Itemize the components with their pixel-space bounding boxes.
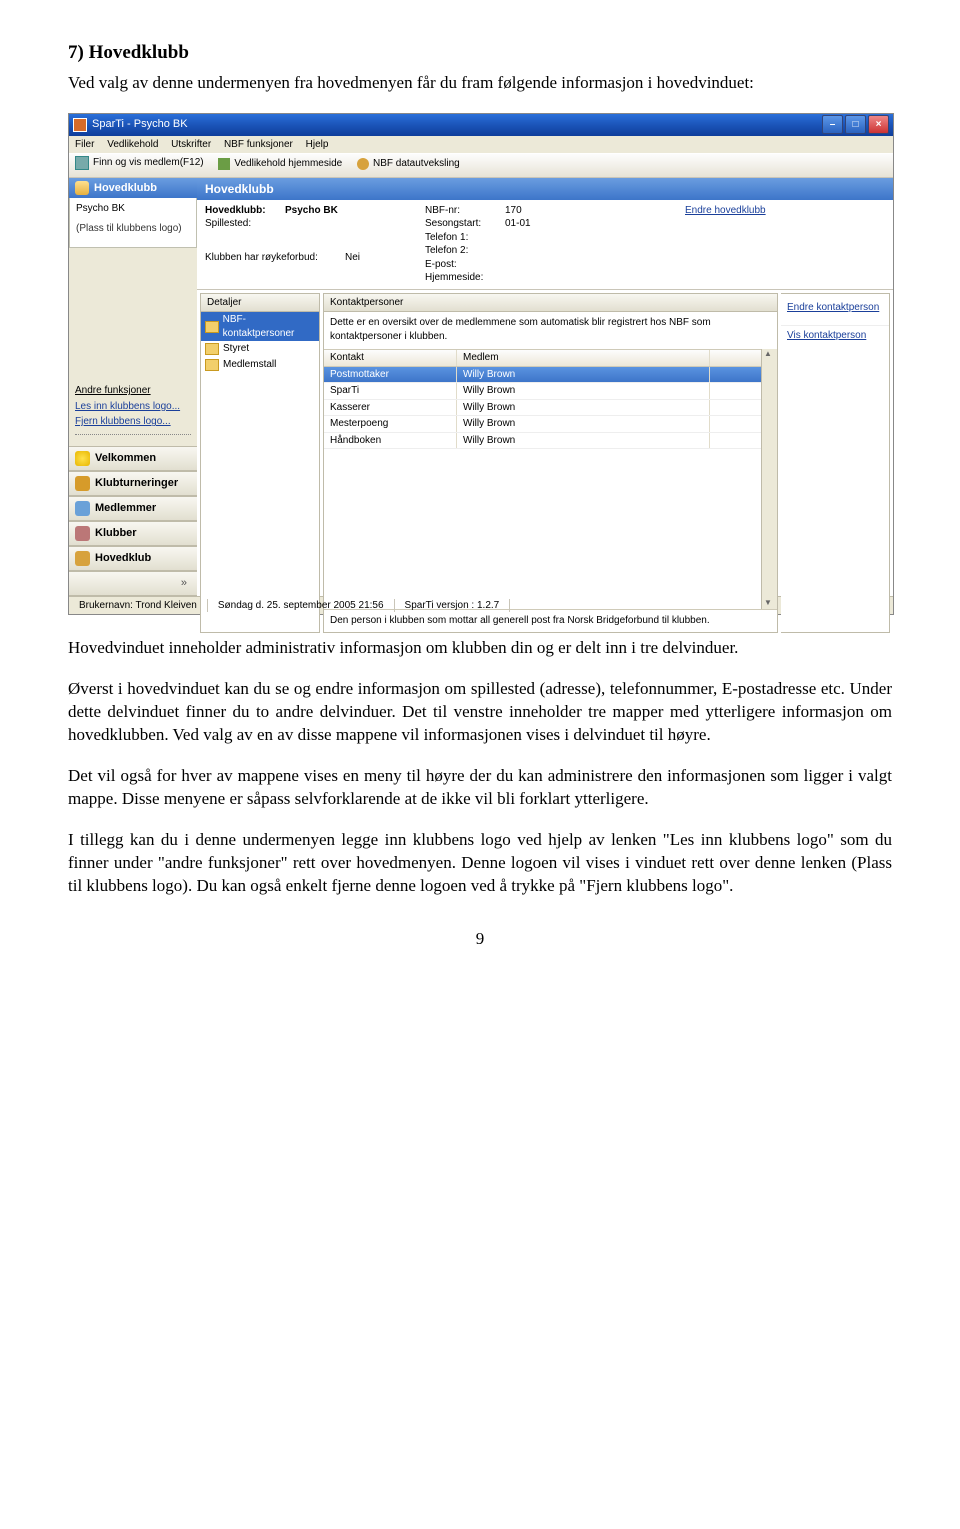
link-read-logo[interactable]: Les inn klubbens logo... (75, 400, 191, 414)
toolbar-nbf-exchange[interactable]: NBF datautveksling (357, 157, 460, 171)
table-row[interactable]: Håndboken Willy Brown (324, 433, 761, 450)
house-icon (75, 551, 90, 566)
sidebar-header: Hovedklubb (69, 178, 197, 199)
find-icon (75, 156, 89, 170)
toolbar: Finn og vis medlem(F12) Vedlikehold hjem… (69, 153, 893, 178)
toolbar-maintain-homepage[interactable]: Vedlikehold hjemmeside (218, 157, 342, 171)
link-edit-mainclub[interactable]: Endre hovedklubb (685, 205, 766, 216)
details-panel: Detaljer NBF-kontaktpersoner Styret Medl… (200, 293, 320, 633)
table-row[interactable]: Postmottaker Willy Brown (324, 367, 761, 384)
contact-note: Den person i klubben som mottar all gene… (324, 609, 777, 632)
window-title: SparTi - Psycho BK (92, 117, 188, 132)
clubs-icon (75, 526, 90, 541)
details-header: Detaljer (201, 294, 319, 313)
trophy-icon (75, 476, 90, 491)
table-row[interactable]: Mesterpoeng Willy Brown (324, 416, 761, 433)
folder-board[interactable]: Styret (201, 341, 319, 357)
status-version: 1.2.7 (477, 600, 499, 611)
folder-icon (205, 321, 219, 333)
page-number: 9 (68, 928, 892, 951)
smile-icon (75, 451, 90, 466)
body-paragraph-3: Det vil også for hver av mappene vises e… (68, 765, 892, 811)
folder-icon (205, 343, 219, 355)
body-paragraph-2: Øverst i hovedvinduet kan du se og endre… (68, 678, 892, 747)
menu-vedlikehold[interactable]: Vedlikehold (107, 139, 158, 150)
intro-paragraph: Ved valg av denne undermenyen fra hovedm… (68, 72, 892, 95)
nav-clubs[interactable]: Klubber (69, 521, 197, 546)
homepage-icon (218, 158, 230, 170)
link-show-contact[interactable]: Vis kontaktperson (781, 326, 889, 346)
menu-hjelp[interactable]: Hjelp (306, 139, 329, 150)
sidebar-club-name: Psycho BK (76, 202, 190, 216)
folder-member-count[interactable]: Medlemstall (201, 357, 319, 373)
menubar: Filer Vedlikehold Utskrifter NBF funksjo… (69, 136, 893, 154)
exchange-icon (357, 158, 369, 170)
nav-welcome[interactable]: Velkommen (69, 446, 197, 471)
status-date: Søndag d. 25. september 2005 21:56 (208, 599, 395, 613)
table-scrollbar[interactable] (761, 349, 777, 609)
app-screenshot: SparTi - Psycho BK – □ × Filer Vedlikeho… (68, 113, 894, 616)
window-titlebar: SparTi - Psycho BK – □ × (69, 114, 893, 136)
section-heading: 7) Hovedklubb (68, 40, 892, 66)
contacts-header: Kontaktpersoner (324, 294, 777, 313)
menu-nbf-funksjoner[interactable]: NBF funksjoner (224, 139, 293, 150)
house-icon (75, 181, 89, 195)
folder-nbf-contacts[interactable]: NBF-kontaktpersoner (201, 312, 319, 341)
menu-utskrifter[interactable]: Utskrifter (171, 139, 211, 150)
folder-icon (205, 359, 219, 371)
contacts-panel: Kontaktpersoner Dette er en oversikt ove… (323, 293, 778, 633)
table-row[interactable]: Kasserer Willy Brown (324, 400, 761, 417)
nav-main-club[interactable]: Hovedklub (69, 546, 197, 571)
window-close-button[interactable]: × (868, 115, 889, 134)
toolbar-find-member[interactable]: Finn og vis medlem(F12) (75, 156, 204, 170)
col-contact[interactable]: Kontakt (324, 350, 457, 366)
nav-club-tournaments[interactable]: Klubturneringer (69, 471, 197, 496)
window-minimize-button[interactable]: – (822, 115, 843, 134)
people-icon (75, 501, 90, 516)
window-maximize-button[interactable]: □ (845, 115, 866, 134)
sidebar: Hovedklubb Psycho BK (Plass til klubbens… (69, 178, 197, 596)
contact-actions-panel: Endre kontaktperson Vis kontaktperson (781, 293, 890, 633)
body-paragraph-1: Hovedvinduet inneholder administrativ in… (68, 637, 892, 660)
contacts-description: Dette er en oversikt over de medlemmene … (324, 312, 777, 349)
col-member[interactable]: Medlem (457, 350, 710, 366)
status-username: Trond Kleiven (136, 600, 197, 611)
contacts-table: Kontakt Medlem Postmottaker Willy Brown … (324, 349, 761, 449)
nav-more[interactable]: » (69, 571, 197, 596)
sidebar-other-functions: Andre funksjoner (75, 384, 191, 398)
app-icon (73, 118, 87, 132)
menu-filer[interactable]: Filer (75, 139, 94, 150)
link-edit-contact[interactable]: Endre kontaktperson (781, 298, 889, 318)
content-header: Hovedklubb (197, 178, 893, 200)
table-row[interactable]: SparTi Willy Brown (324, 383, 761, 400)
nav-members[interactable]: Medlemmer (69, 496, 197, 521)
body-paragraph-4: I tillegg kan du i denne undermenyen leg… (68, 829, 892, 898)
link-remove-logo[interactable]: Fjern klubbens logo... (75, 415, 191, 429)
sidebar-logo-placeholder: (Plass til klubbens logo) (76, 222, 190, 236)
club-info-panel: Hovedklubb:Psycho BK Spillested: Klubben… (197, 200, 893, 290)
